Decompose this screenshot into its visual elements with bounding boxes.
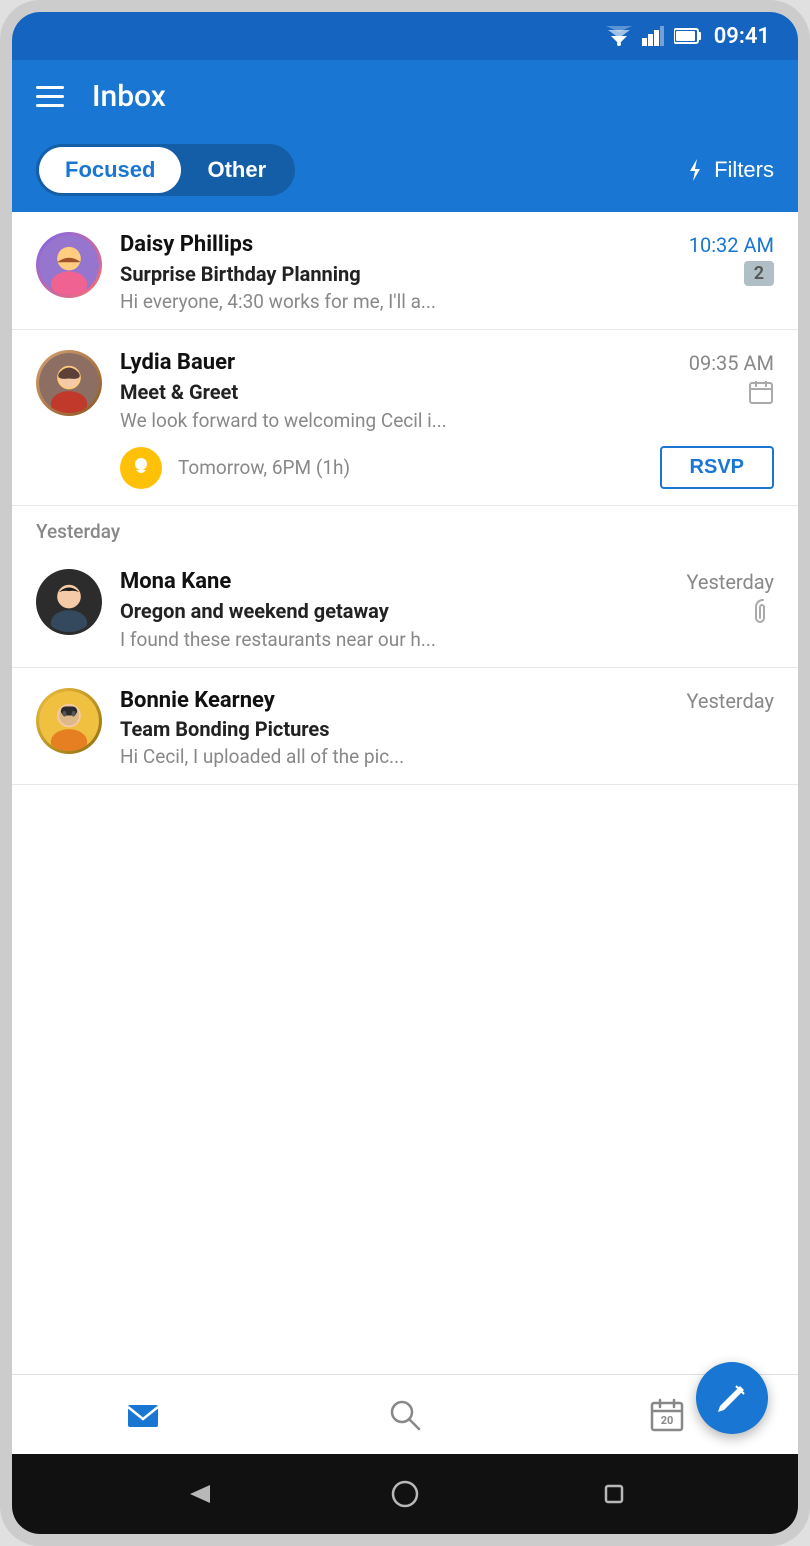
tab-group: Focused Other — [36, 144, 295, 196]
subject-daisy: Surprise Birthday Planning — [120, 262, 361, 286]
avatar-lydia — [36, 350, 102, 416]
avatar-mona — [36, 569, 102, 635]
email-list: Daisy Phillips 10:32 AM Surprise Birthda… — [12, 212, 798, 1374]
svg-text:20: 20 — [661, 1414, 674, 1427]
email-item-daisy[interactable]: Daisy Phillips 10:32 AM Surprise Birthda… — [12, 212, 798, 330]
home-button[interactable] — [391, 1480, 419, 1508]
recents-button[interactable] — [600, 1480, 628, 1508]
compose-fab[interactable] — [696, 1362, 768, 1434]
sender-bonnie: Bonnie Kearney — [120, 688, 275, 713]
sender-daisy: Daisy Phillips — [120, 232, 253, 257]
wifi-icon — [606, 26, 632, 46]
sender-lydia: Lydia Bauer — [120, 350, 235, 375]
time-bonnie: Yesterday — [686, 689, 774, 713]
sender-mona: Mona Kane — [120, 569, 231, 594]
app-title: Inbox — [92, 79, 166, 114]
nav-mail[interactable] — [125, 1397, 161, 1433]
email-list-container: Daisy Phillips 10:32 AM Surprise Birthda… — [12, 212, 798, 1454]
event-row-lydia: Tomorrow, 6PM (1h) RSVP — [36, 446, 774, 489]
status-bar: 09:41 — [12, 12, 798, 60]
battery-icon — [674, 27, 702, 45]
filters-button[interactable]: Filters — [684, 157, 774, 183]
preview-daisy: Hi everyone, 4:30 works for me, I'll a..… — [120, 290, 774, 313]
section-label-yesterday: Yesterday — [12, 506, 798, 549]
preview-mona: I found these restaurants near our h... — [120, 628, 774, 651]
hamburger-menu-icon[interactable] — [36, 86, 64, 107]
time-lydia: 09:35 AM — [689, 351, 774, 375]
badge-daisy: 2 — [744, 261, 774, 286]
android-nav — [12, 1454, 798, 1534]
bolt-icon — [684, 159, 706, 181]
back-button[interactable] — [182, 1480, 210, 1508]
tab-other[interactable]: Other — [181, 147, 292, 193]
avatar-daisy — [36, 232, 102, 298]
compose-icon — [716, 1382, 748, 1414]
nav-calendar[interactable]: 20 — [649, 1397, 685, 1433]
subject-mona: Oregon and weekend getaway — [120, 599, 389, 623]
subject-lydia: Meet & Greet — [120, 380, 238, 404]
paperclip-icon-mona — [752, 598, 774, 624]
time-daisy: 10:32 AM — [689, 233, 774, 257]
time-mona: Yesterday — [686, 570, 774, 594]
email-item-bonnie[interactable]: Bonnie Kearney Yesterday Team Bonding Pi… — [12, 668, 798, 785]
email-content-mona: Mona Kane Yesterday Oregon and weekend g… — [120, 569, 774, 651]
subject-bonnie: Team Bonding Pictures — [120, 717, 330, 741]
email-item-mona[interactable]: Mona Kane Yesterday Oregon and weekend g… — [12, 549, 798, 668]
tab-bar: Focused Other Filters — [12, 132, 798, 212]
preview-bonnie: Hi Cecil, I uploaded all of the pic... — [120, 745, 774, 768]
email-content-lydia: Lydia Bauer 09:35 AM Meet & Greet — [120, 350, 774, 432]
email-item-lydia[interactable]: Lydia Bauer 09:35 AM Meet & Greet — [12, 330, 798, 506]
preview-lydia: We look forward to welcoming Cecil i... — [120, 409, 774, 432]
tab-focused[interactable]: Focused — [39, 147, 181, 193]
rsvp-button[interactable]: RSVP — [660, 446, 774, 489]
event-icon-lydia — [120, 447, 162, 489]
event-time-lydia: Tomorrow, 6PM (1h) — [178, 456, 644, 479]
email-content-bonnie: Bonnie Kearney Yesterday Team Bonding Pi… — [120, 688, 774, 768]
email-content-daisy: Daisy Phillips 10:32 AM Surprise Birthda… — [120, 232, 774, 313]
calendar-icon-lydia — [748, 379, 774, 405]
status-time: 09:41 — [714, 24, 770, 49]
status-icons — [606, 26, 702, 46]
avatar-bonnie — [36, 688, 102, 754]
bottom-nav: 20 — [12, 1374, 798, 1454]
signal-icon — [642, 26, 664, 46]
app-bar: Inbox — [12, 60, 798, 132]
nav-search[interactable] — [387, 1397, 423, 1433]
phone-frame: 09:41 Inbox Focused Other Filters — [0, 0, 810, 1546]
